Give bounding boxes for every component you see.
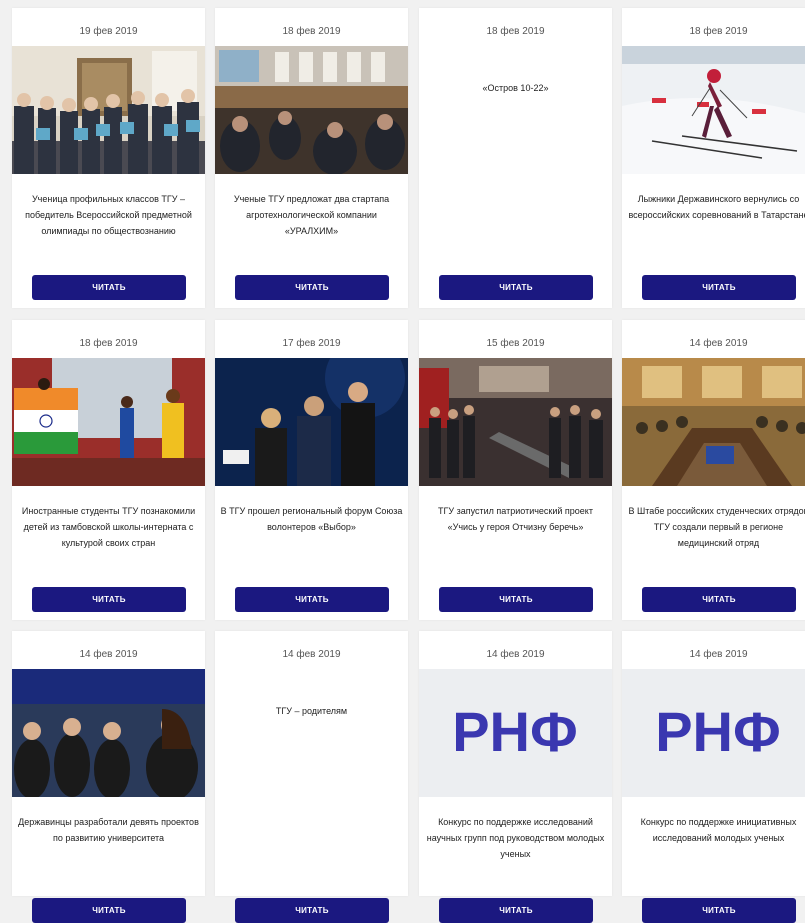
news-date: 14 фев 2019 (486, 649, 545, 660)
news-date: 14 фев 2019 (689, 338, 748, 349)
read-button[interactable]: ЧИТАТЬ (642, 587, 796, 612)
read-button[interactable]: ЧИТАТЬ (32, 587, 186, 612)
news-title[interactable]: Ученица профильных классов ТГУ – победит… (16, 191, 201, 239)
india-flag-performance-photo (12, 358, 205, 486)
news-image[interactable] (12, 669, 205, 797)
rnf-logo-text: РНФ (655, 700, 781, 763)
news-image[interactable] (622, 358, 805, 486)
news-image[interactable] (12, 358, 205, 486)
news-date: 18 фев 2019 (79, 338, 138, 349)
read-button[interactable]: ЧИТАТЬ (235, 898, 389, 923)
conference-hall-photo (215, 46, 408, 174)
news-card[interactable]: 15 фев 2019 ТГУ запустил патриотический … (419, 320, 612, 620)
news-card[interactable]: 19 фев 2019 Ученица профильных классов Т… (12, 8, 205, 308)
news-title[interactable]: В Штабе российских студенческих отрядов … (626, 503, 805, 551)
news-card[interactable]: 18 фев 2019 Ученые ТГУ предложат два ста… (215, 8, 408, 308)
news-card[interactable]: 14 фев 2019 РНФ Конкурс по поддержке исс… (419, 631, 612, 923)
rnf-logo: РНФ (622, 669, 805, 797)
news-date: 18 фев 2019 (689, 26, 748, 37)
news-card[interactable]: 14 фев 2019 РНФ Конкурс по поддержке ини… (622, 631, 805, 923)
news-image[interactable] (12, 46, 205, 174)
read-button[interactable]: ЧИТАТЬ (439, 275, 593, 300)
news-title[interactable]: ТГУ – родителям (219, 703, 404, 719)
news-date: 17 фев 2019 (282, 338, 341, 349)
news-grid: 19 фев 2019 Ученица профильных классов Т… (0, 0, 805, 923)
news-title[interactable]: Иностранные студенты ТГУ познакомили дет… (16, 503, 201, 551)
news-card[interactable]: 14 фев 2019 Державинцы разработали девят… (12, 631, 205, 923)
audience-photo (12, 669, 205, 797)
meeting-room-photo (622, 358, 805, 486)
news-title[interactable]: Лыжники Державинского вернулись со всеро… (626, 191, 805, 223)
news-card[interactable]: 18 фев 2019 Иностранные студенты ТГУ поз… (12, 320, 205, 620)
news-date: 19 фев 2019 (79, 26, 138, 37)
news-date: 14 фев 2019 (689, 649, 748, 660)
news-title[interactable]: Конкурс по поддержке инициативных исслед… (626, 814, 805, 846)
rnf-logo-text: РНФ (452, 700, 578, 763)
news-title[interactable]: Конкурс по поддержке исследований научны… (423, 814, 608, 862)
news-card[interactable]: 14 фев 2019 В Штабе российских студенчес… (622, 320, 805, 620)
news-title[interactable]: ТГУ запустил патриотический проект «Учис… (423, 503, 608, 535)
rnf-logo: РНФ (419, 669, 612, 797)
news-card[interactable]: 14 фев 2019 ТГУ – родителям ЧИТАТЬ (215, 631, 408, 923)
read-button[interactable]: ЧИТАТЬ (642, 275, 796, 300)
news-date: 14 фев 2019 (282, 649, 341, 660)
skier-photo (622, 46, 805, 174)
news-card[interactable]: 18 фев 2019 «Остров 10-22» ЧИТАТЬ (419, 8, 612, 308)
news-image[interactable] (622, 46, 805, 174)
news-date: 14 фев 2019 (79, 649, 138, 660)
news-image[interactable]: РНФ (419, 669, 612, 797)
read-button[interactable]: ЧИТАТЬ (439, 587, 593, 612)
students-award-photo (12, 46, 205, 174)
news-card[interactable]: 18 фев 2019 Лыжники Державинского вернул… (622, 8, 805, 308)
news-image[interactable] (215, 46, 408, 174)
museum-visit-photo (419, 358, 612, 486)
read-button[interactable]: ЧИТАТЬ (642, 898, 796, 923)
news-date: 15 фев 2019 (486, 338, 545, 349)
read-button[interactable]: ЧИТАТЬ (235, 587, 389, 612)
forum-stage-photo (215, 358, 408, 486)
news-date: 18 фев 2019 (282, 26, 341, 37)
read-button[interactable]: ЧИТАТЬ (32, 275, 186, 300)
news-title[interactable]: Ученые ТГУ предложат два стартапа агроте… (219, 191, 404, 239)
read-button[interactable]: ЧИТАТЬ (439, 898, 593, 923)
read-button[interactable]: ЧИТАТЬ (32, 898, 186, 923)
news-title[interactable]: Державинцы разработали девять проектов п… (16, 814, 201, 846)
news-card[interactable]: 17 фев 2019 В ТГУ прошел региональный фо… (215, 320, 408, 620)
news-title[interactable]: В ТГУ прошел региональный форум Союза во… (219, 503, 404, 535)
news-title[interactable]: «Остров 10-22» (423, 80, 608, 96)
read-button[interactable]: ЧИТАТЬ (235, 275, 389, 300)
news-image[interactable]: РНФ (622, 669, 805, 797)
news-image[interactable] (215, 358, 408, 486)
news-date: 18 фев 2019 (486, 26, 545, 37)
news-image[interactable] (419, 358, 612, 486)
